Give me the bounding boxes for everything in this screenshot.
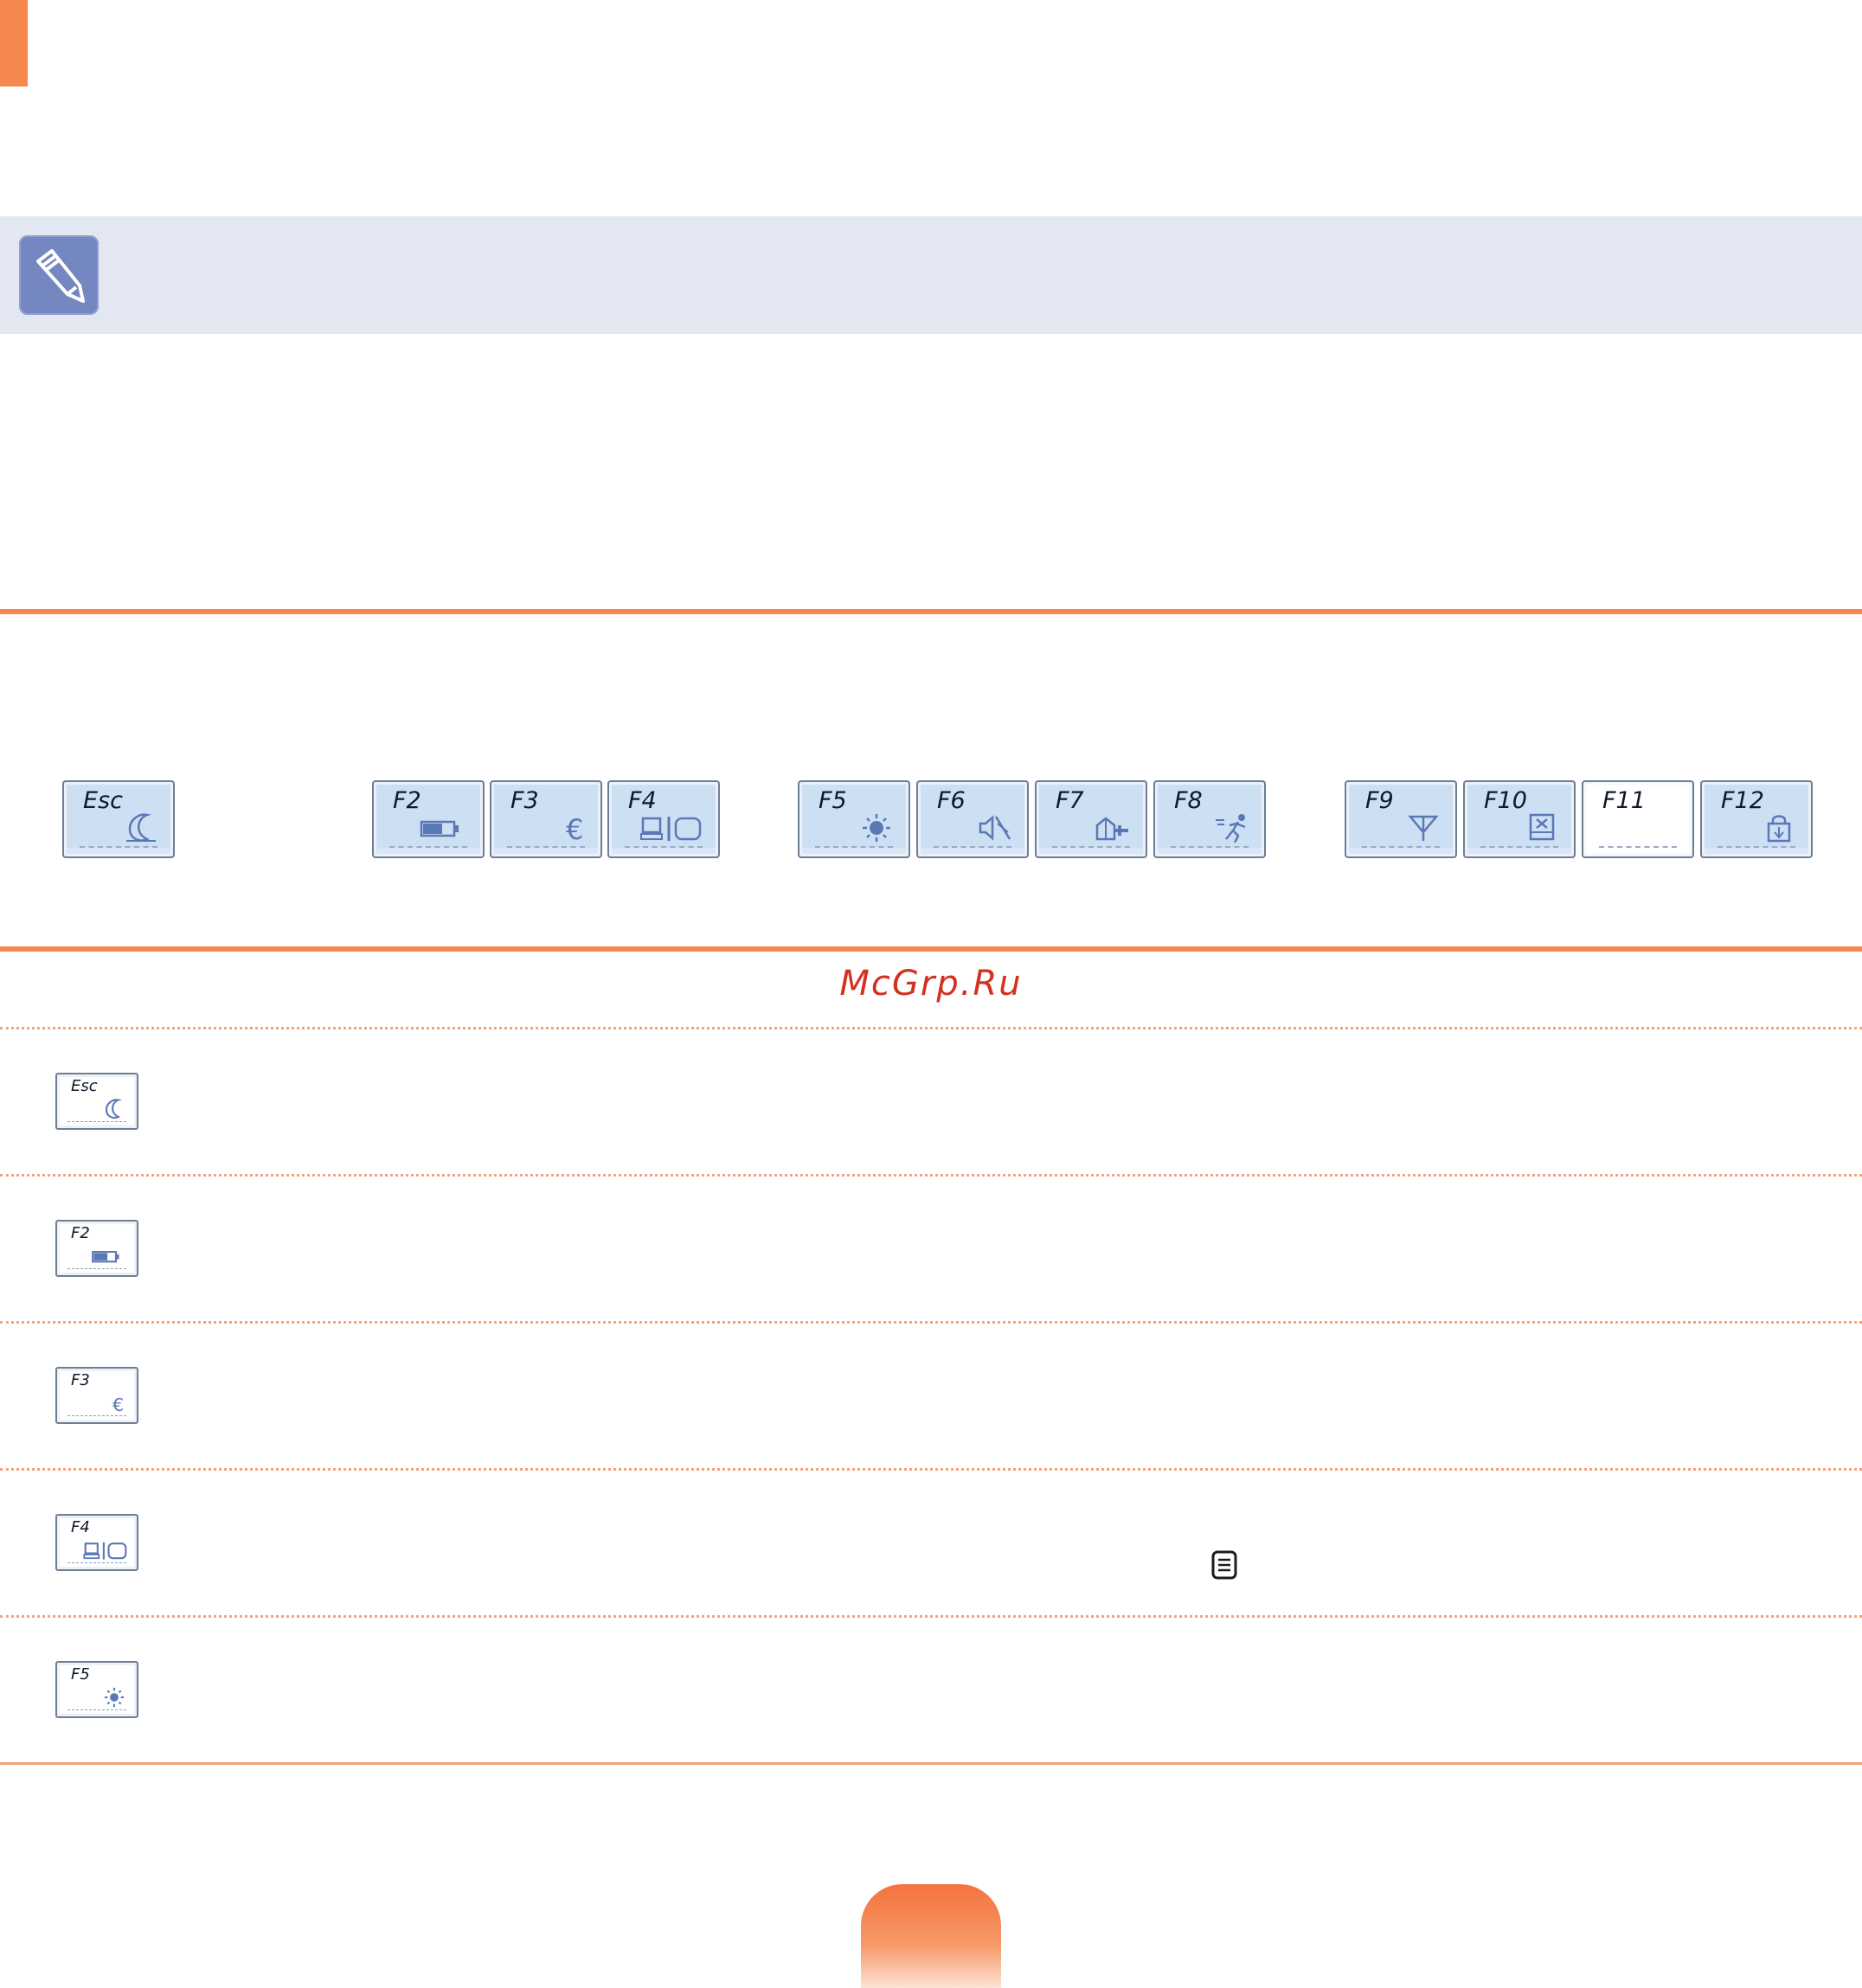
key-label: Esc (71, 1077, 98, 1095)
row-divider (0, 1468, 1862, 1471)
key-label: F5 (819, 787, 847, 814)
key-label: F9 (1365, 787, 1394, 814)
key-label: F2 (71, 1224, 90, 1242)
row-divider (0, 1174, 1862, 1177)
play-pause-icon (1095, 817, 1128, 841)
key-f8: F8 (1153, 780, 1266, 858)
detail-key-f5: F5 (55, 1661, 138, 1718)
detail-key-f3: F3 € (55, 1367, 138, 1424)
row-divider (0, 1615, 1862, 1618)
key-f7: F7 (1035, 780, 1147, 858)
key-label: F7 (1056, 787, 1084, 814)
scroll-lock-icon (1767, 815, 1791, 843)
key-label: F4 (71, 1518, 90, 1536)
detail-key-esc: Esc (55, 1073, 138, 1130)
section-divider-bottom (0, 946, 1862, 952)
key-label: F4 (628, 787, 657, 814)
row-divider (0, 1321, 1862, 1324)
lcd-crt-icon (640, 817, 702, 841)
key-label: F3 (71, 1371, 90, 1389)
touchpad-icon (1529, 813, 1555, 841)
key-label: F8 (1174, 787, 1203, 814)
battery-icon (420, 820, 459, 837)
watermark: McGrp.Ru (839, 964, 1023, 1004)
key-f6: F6 (916, 780, 1029, 858)
memo-icon (1211, 1550, 1237, 1580)
lcd-crt-icon (83, 1542, 127, 1560)
key-f5: F5 (798, 780, 910, 858)
key-label: F3 (510, 787, 539, 814)
runner-icon (1216, 814, 1246, 843)
key-f2: F2 (372, 780, 485, 858)
corner-tab (0, 0, 28, 87)
euro-icon: € (566, 813, 583, 843)
wireless-icon (1408, 815, 1439, 841)
key-label: F12 (1721, 787, 1764, 814)
key-f9: F9 (1345, 780, 1457, 858)
key-label: F5 (71, 1665, 90, 1683)
row-divider (0, 1027, 1862, 1029)
note-band (0, 216, 1862, 334)
svg-text:€: € (566, 813, 583, 843)
moon-icon (105, 1099, 122, 1119)
key-label: F11 (1602, 787, 1646, 814)
function-key-row: Esc F2 F3 € F4 F5 F6 F7 F8 F9 F10 F11 F1… (0, 780, 1862, 862)
euro-icon: € (112, 1395, 124, 1414)
detail-key-f2: F2 (55, 1220, 138, 1277)
svg-text:€: € (112, 1395, 124, 1414)
key-f10: F10 (1463, 780, 1576, 858)
detail-key-f4: F4 (55, 1514, 138, 1571)
key-esc: Esc (62, 780, 175, 858)
key-f4: F4 (607, 780, 720, 858)
key-f11: F11 (1582, 780, 1694, 858)
key-label: Esc (83, 787, 123, 814)
section-divider-end (0, 1762, 1862, 1765)
section-divider-top (0, 609, 1862, 614)
key-label: F6 (937, 787, 966, 814)
battery-icon (92, 1251, 119, 1263)
key-label: F2 (393, 787, 421, 814)
moon-icon (126, 813, 156, 842)
mute-icon (979, 815, 1011, 841)
key-label: F10 (1484, 787, 1527, 814)
brightness-icon (863, 814, 890, 842)
key-f12: F12 (1700, 780, 1813, 858)
page-number-tab (861, 1884, 1001, 1988)
brightness-icon (104, 1687, 125, 1708)
pencil-note-icon (19, 235, 99, 315)
key-f3: F3 € (490, 780, 602, 858)
